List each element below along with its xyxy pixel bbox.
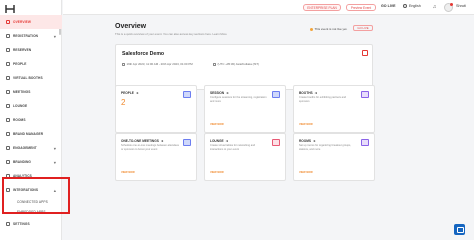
event-timezone-text: (UTC +05:30) Asia/Kolkata (IST) [217,62,260,66]
status-text: This event is not live yet. [314,27,348,31]
lounge-icon [272,139,280,146]
card-booths[interactable]: BOOTHS ➜ Create booths for exhibiting part… [293,85,375,133]
event-name: Salesforce Demo [122,51,165,57]
menu-item-icon [6,34,10,38]
menu-item-icon [6,76,10,80]
edit-icon[interactable] [362,50,368,56]
sidebar-item-label: LOUNGE [13,104,28,108]
bell-icon[interactable]: ♫ [431,4,438,11]
sidebar-item-label: ROOMS [13,118,26,122]
sidebar-item-rooms[interactable]: ROOMS [0,113,62,127]
card-description: Create booths for exhibiting partners an… [299,96,347,103]
session-icon [272,91,280,98]
menu-item-icon [6,118,10,122]
globe-icon [403,4,407,8]
menu-item-icon [6,132,10,136]
card-rooms[interactable]: ROOMS ➜ Set up rooms for organizing breako… [293,133,375,181]
booth-icon [361,91,369,98]
menu-item-icon [6,160,10,164]
page-subtitle: This is a quick overview of your event. … [115,32,227,36]
menu-item-icon [6,146,10,150]
event-date-text: 19th Apr 2023, 11:00 AM - 20th Apr 2023,… [126,62,193,66]
card-title: PEOPLE ➜ [121,91,139,95]
app-logo[interactable] [5,4,15,14]
view-now-link[interactable]: VIEW NOW [299,171,313,174]
view-now-link[interactable]: VIEW NOW [210,171,224,174]
card-description: Set up rooms for organizing breakout gro… [299,144,352,151]
language-selector[interactable]: English [403,4,421,8]
sidebar-item-overview[interactable]: OVERVIEW [0,15,62,29]
sidebar-item-settings[interactable]: SETTINGS [0,217,62,231]
chevron-icon: ▾ [53,33,56,39]
menu-item-icon [6,90,10,94]
card-value: 2 [121,98,126,107]
highlight-box [2,177,70,214]
card-title: LOUNGE ➜ [210,139,229,143]
sidebar-item-label: SETTINGS [13,222,30,226]
event-timezone: (UTC +05:30) Asia/Kolkata (IST) [213,62,259,66]
people-icon [183,91,191,98]
card-session[interactable]: SESSION ➜ Configure sessions for the strea… [204,85,286,133]
view-now-link[interactable]: VIEW NOW [121,171,135,174]
go-live-link[interactable]: GO LIVE [381,4,396,8]
card-title: ROOMS ➜ [299,139,316,143]
card-title: ONE-TO-ONE MEETINGS ➜ [121,139,164,143]
main-content: Overview This is a quick overview of you… [63,15,474,240]
sidebar-item-people[interactable]: PEOPLE [0,57,62,71]
preview-event-button[interactable]: Preview Event [346,4,376,11]
go-live-button[interactable]: GO LIVE [353,25,373,31]
sidebar-item-virtual-booths[interactable]: VIRTUAL BOOTHS [0,71,62,85]
menu-item-icon [6,62,10,66]
card-one-to-one-meetings[interactable]: ONE-TO-ONE MEETINGS ➜ Schedule one-to-one … [115,133,197,181]
card-description: Configure sessions for the streaming, re… [210,96,267,103]
sidebar-item-label: PEOPLE [13,62,27,66]
sidebar-item-label: OVERVIEW [13,20,31,24]
sidebar-item-meetings[interactable]: MEETINGS [0,85,62,99]
meeting-icon [183,139,191,146]
gear-icon [6,222,10,226]
event-card: Salesforce Demo 19th Apr 2023, 11:00 AM … [115,44,373,90]
view-now-link[interactable]: VIEW NOW [299,123,313,126]
card-description: Create virtual tables for networking and… [210,144,256,151]
globe-icon [213,62,216,66]
avatar[interactable] [444,3,453,12]
menu-item-icon [6,20,10,24]
sidebar-item-label: ENGAGEMENT [13,146,37,150]
card-lounge[interactable]: LOUNGE ➜ Create virtual tables for network… [204,133,286,181]
sidebar-item-label: BRAND MANAGER [13,132,44,136]
chat-icon[interactable] [454,224,465,235]
sidebar-item-reserven[interactable]: RESERVEN [0,43,62,57]
menu-item-icon [6,104,10,108]
sidebar-item-label: BRANDING [13,160,31,164]
sidebar-item-engagement[interactable]: ENGAGEMENT ▾ [0,141,62,155]
sidebar-item-label: VIRTUAL BOOTHS [13,76,43,80]
sidebar-item-label: RESERVEN [13,48,32,52]
sidebar-item-lounge[interactable]: LOUNGE [0,99,62,113]
notification-dot [450,3,453,6]
page-title: Overview [115,23,147,30]
menu-item-icon [6,48,10,52]
view-now-link[interactable]: VIEW NOW [210,123,224,126]
chevron-icon: ▾ [53,145,56,151]
sidebar-item-label: REGISTRATION [13,34,39,38]
card-title: BOOTHS ➜ [299,91,318,95]
sidebar-item-branding[interactable]: BRANDING ▾ [0,155,62,169]
sidebar-item-brand-manager[interactable]: BRAND MANAGER [0,127,62,141]
language-label: English [409,4,421,8]
sidebar-item-registration[interactable]: REGISTRATION ▾ [0,29,62,43]
card-description: Schedule one-to-one meetings between att… [121,144,179,151]
card-title: SESSION ➜ [210,91,229,95]
rooms-icon [361,139,369,146]
user-name[interactable]: Shruti [456,4,466,8]
card-people[interactable]: PEOPLE ➜ 2 [115,85,197,133]
event-status: This event is not live yet. [310,27,347,31]
sidebar-item-label: MEETINGS [13,90,31,94]
top-bar: ENTERPRISE PLAN Preview Event GO LIVE En… [63,0,474,15]
calendar-icon [122,62,125,66]
event-date: 19th Apr 2023, 11:00 AM - 20th Apr 2023,… [122,62,193,66]
chevron-icon: ▾ [53,159,56,165]
plan-badge[interactable]: ENTERPRISE PLAN [303,4,341,11]
status-dot-icon [310,27,313,31]
